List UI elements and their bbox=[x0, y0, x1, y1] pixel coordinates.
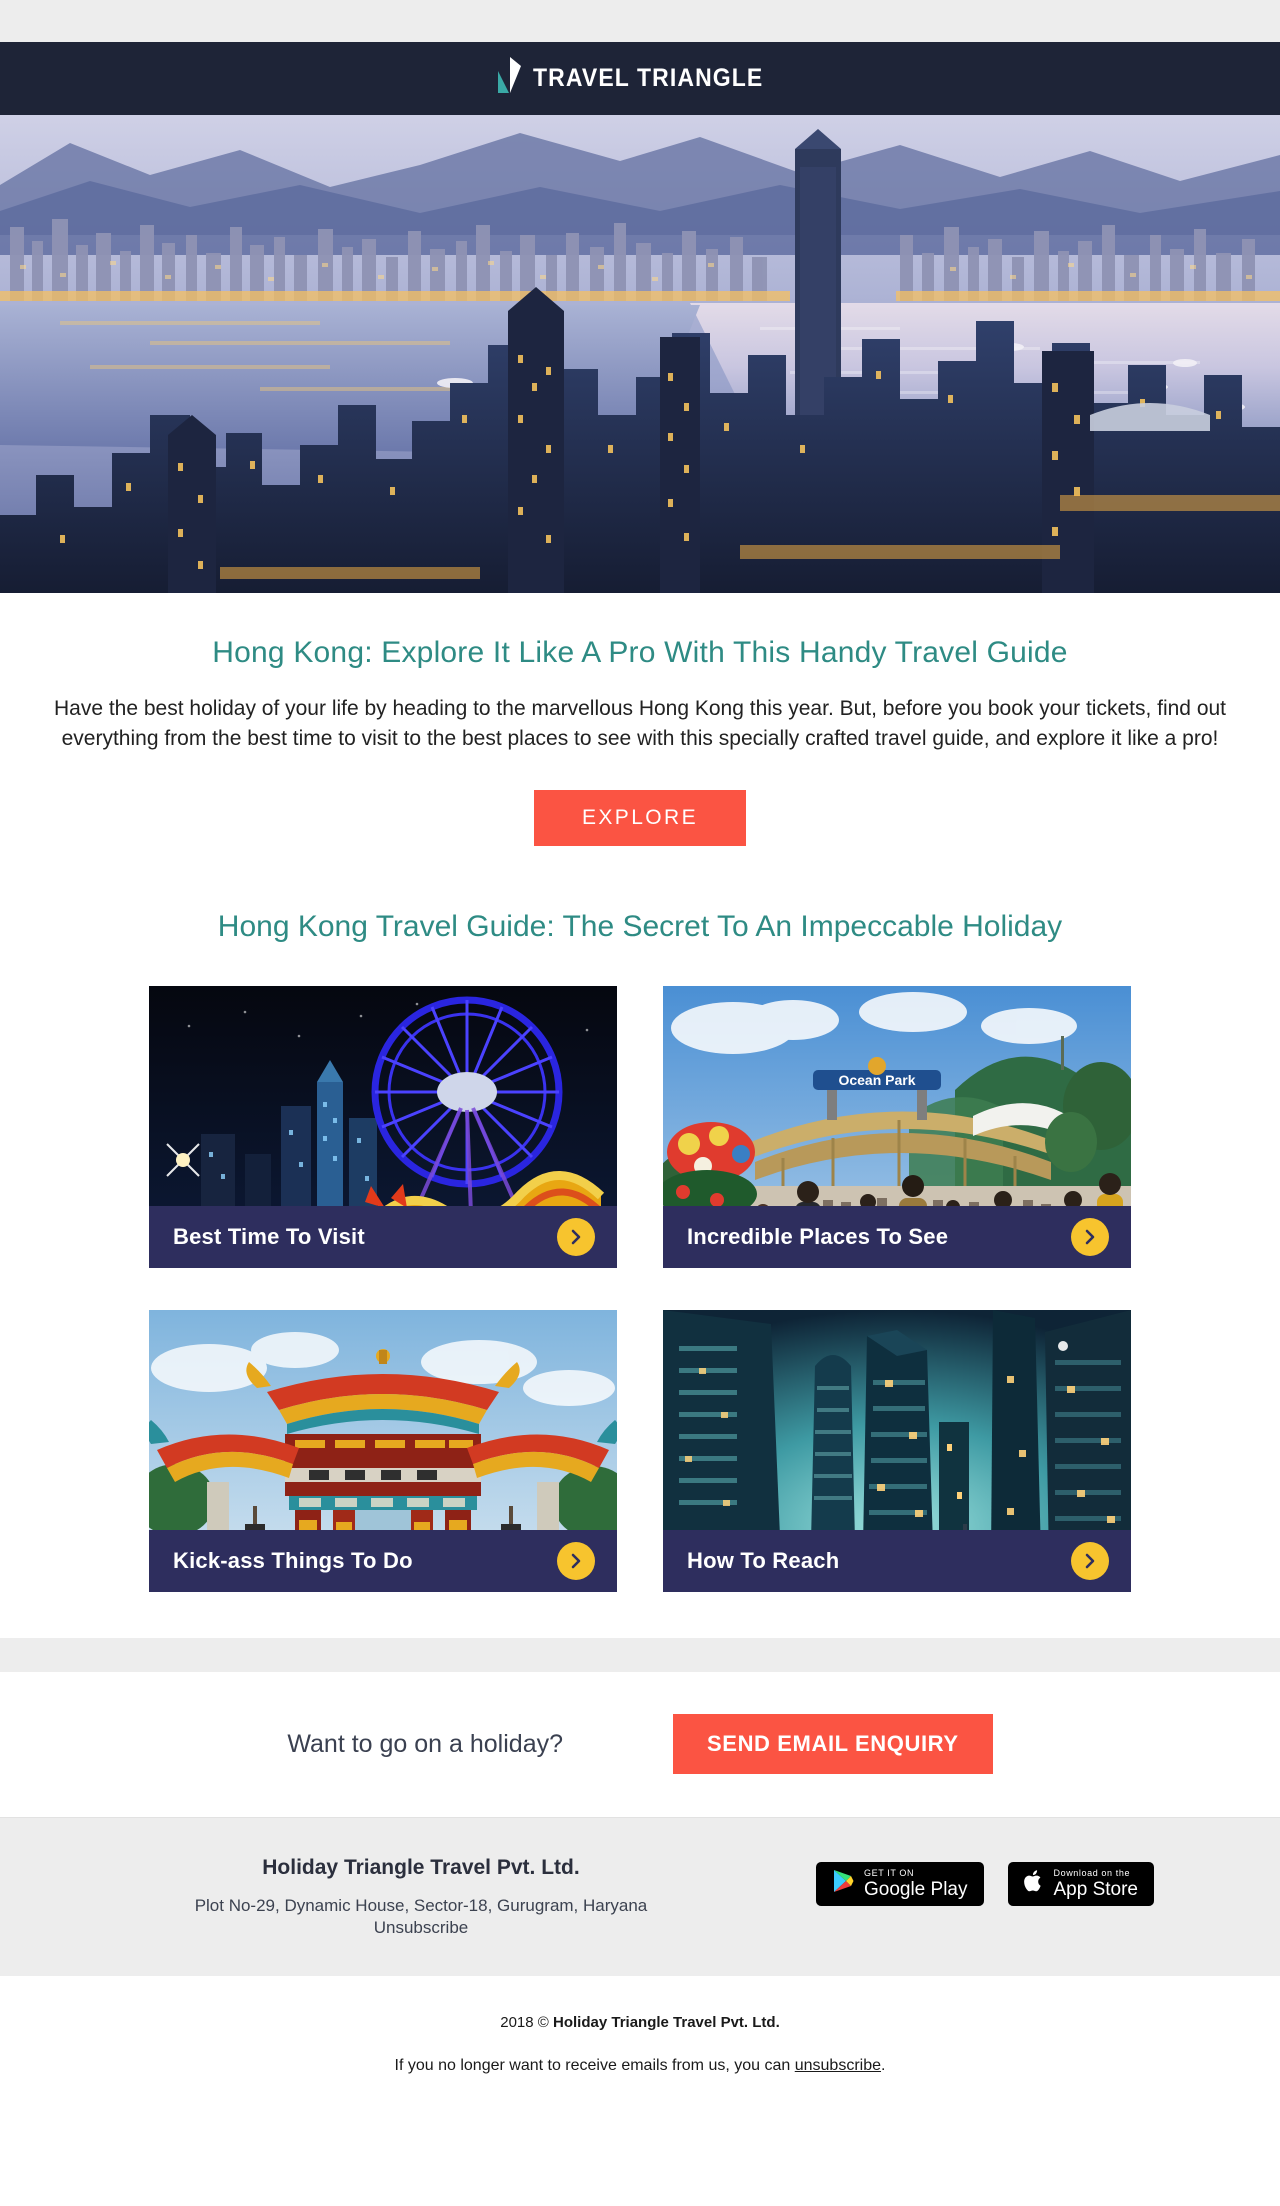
copyright-line: 2018 © Holiday Triangle Travel Pvt. Ltd. bbox=[0, 2014, 1280, 2031]
card-label: How To Reach bbox=[687, 1547, 840, 1573]
explore-cta-wrap: EXPLORE bbox=[0, 789, 1280, 846]
hero-image bbox=[0, 115, 1280, 593]
top-spacer-strip bbox=[0, 0, 1280, 42]
enquiry-section: Want to go on a holiday? SEND EMAIL ENQU… bbox=[0, 1671, 1280, 1818]
guide-section-heading: Hong Kong Travel Guide: The Secret To An… bbox=[217, 909, 1063, 943]
chevron-right-icon[interactable] bbox=[1071, 1541, 1109, 1580]
brand-logo[interactable]: TRAVEL TRIANGLE bbox=[496, 57, 783, 100]
guide-card-incredible-places-to-see[interactable]: Ocean Park Incredible Places To See bbox=[663, 985, 1131, 1268]
triangle-sail-logo-icon bbox=[496, 57, 526, 100]
card-caption-bar: Kick-ass Things To Do bbox=[149, 1529, 617, 1592]
unsubscribe-notice-suffix: . bbox=[881, 2057, 886, 2075]
guide-card-best-time-to-visit[interactable]: Best Time To Visit bbox=[149, 985, 617, 1268]
enquiry-question: Want to go on a holiday? bbox=[287, 1729, 564, 1758]
intro-section: Hong Kong: Explore It Like A Pro With Th… bbox=[0, 593, 1280, 754]
card-caption-bar: How To Reach bbox=[663, 1529, 1131, 1592]
card-label: Kick-ass Things To Do bbox=[173, 1547, 413, 1573]
page-title: Hong Kong: Explore It Like A Pro With Th… bbox=[212, 636, 1068, 669]
hero-illustration bbox=[0, 115, 1280, 593]
guide-card-grid: Best Time To Visit Ocean Park Incredible… bbox=[140, 985, 1140, 1592]
email-header: TRAVEL TRIANGLE bbox=[0, 42, 1280, 115]
card-label: Best Time To Visit bbox=[173, 1223, 365, 1249]
footer-unsubscribe-link[interactable]: Unsubscribe bbox=[126, 1918, 716, 1938]
app-store-badge-big-text: App Store bbox=[1053, 1878, 1139, 1900]
unsubscribe-link[interactable]: unsubscribe bbox=[795, 2057, 881, 2074]
explore-button[interactable]: EXPLORE bbox=[533, 789, 746, 846]
card-caption-bar: Incredible Places To See bbox=[663, 1205, 1131, 1268]
section-divider-band bbox=[0, 1637, 1280, 1672]
unsubscribe-notice: If you no longer want to receive emails … bbox=[0, 2057, 1280, 2075]
app-store-badges: GET IT ON Google Play Download on the Ap… bbox=[815, 1852, 1154, 1906]
google-play-badge[interactable]: GET IT ON Google Play bbox=[815, 1861, 984, 1906]
app-store-badge[interactable]: Download on the App Store bbox=[1007, 1861, 1154, 1906]
apple-icon bbox=[1023, 1869, 1044, 1898]
guide-card-how-to-reach[interactable]: How To Reach bbox=[663, 1309, 1131, 1592]
email-page: TRAVEL TRIANGLE Hong Kong: Explore It Li… bbox=[0, 0, 1280, 2206]
app-store-badge-small-text: Download on the bbox=[1053, 1867, 1131, 1878]
footer-section: Holiday Triangle Travel Pvt. Ltd. Plot N… bbox=[0, 1817, 1280, 1977]
chevron-right-icon[interactable] bbox=[1071, 1217, 1109, 1256]
card-label: Incredible Places To See bbox=[687, 1223, 949, 1249]
footer-address: Plot No-29, Dynamic House, Sector-18, Gu… bbox=[194, 1895, 648, 1915]
chevron-right-icon[interactable] bbox=[557, 1541, 595, 1580]
copyright-year: 2018 © bbox=[500, 2014, 554, 2032]
guide-card-kick-ass-things-to-do[interactable]: Kick-ass Things To Do bbox=[149, 1309, 617, 1592]
copyright-section: 2018 © Holiday Triangle Travel Pvt. Ltd.… bbox=[0, 1976, 1280, 2116]
unsubscribe-notice-prefix: If you no longer want to receive emails … bbox=[394, 2057, 795, 2075]
google-play-badge-small-text: GET IT ON bbox=[863, 1867, 915, 1878]
google-play-badge-big-text: Google Play bbox=[863, 1878, 968, 1900]
intro-paragraph: Have the best holiday of your life by he… bbox=[53, 697, 1227, 750]
send-email-enquiry-button[interactable]: SEND EMAIL ENQUIRY bbox=[673, 1714, 993, 1775]
google-play-icon bbox=[832, 1869, 854, 1898]
chevron-right-icon[interactable] bbox=[557, 1217, 595, 1256]
brand-logo-text: TRAVEL TRIANGLE bbox=[533, 64, 764, 92]
copyright-company: Holiday Triangle Travel Pvt. Ltd. bbox=[553, 2014, 780, 2032]
card-caption-bar: Best Time To Visit bbox=[149, 1205, 617, 1268]
footer-company-name: Holiday Triangle Travel Pvt. Ltd. bbox=[262, 1855, 580, 1879]
footer-company-block: Holiday Triangle Travel Pvt. Ltd. Plot N… bbox=[126, 1852, 716, 1939]
